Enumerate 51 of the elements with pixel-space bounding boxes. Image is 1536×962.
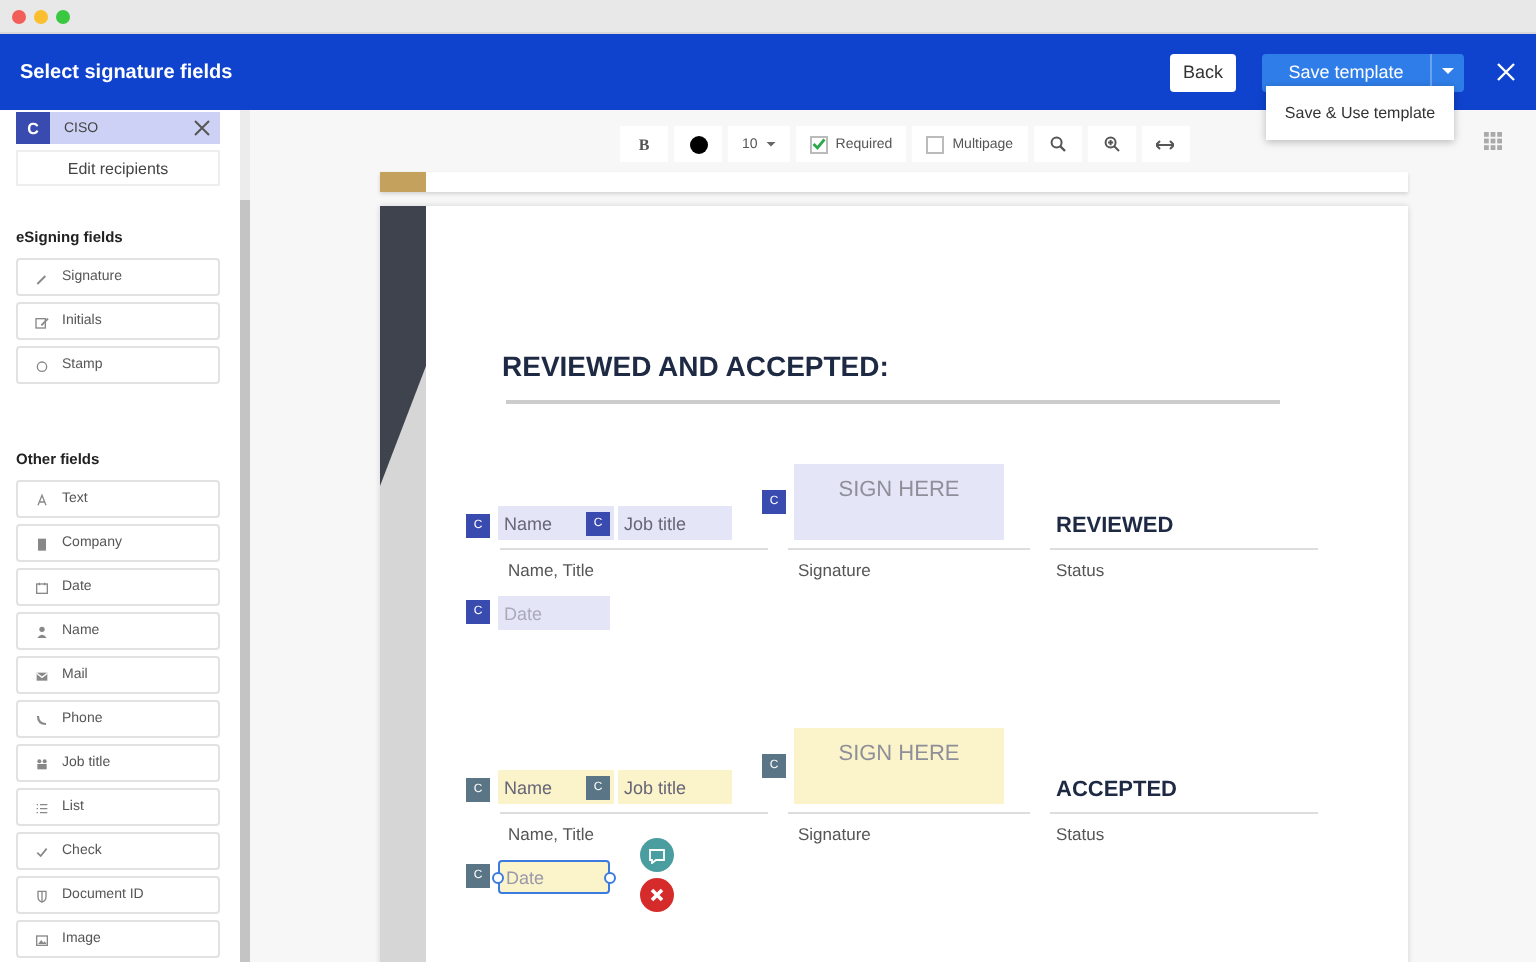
list-icon <box>34 799 50 815</box>
caret-icon <box>765 141 776 147</box>
field-label: Signature <box>798 824 871 844</box>
delete-button[interactable] <box>640 878 674 912</box>
close-icon <box>650 888 664 902</box>
zoom-in-button[interactable] <box>1087 126 1136 162</box>
person-icon <box>34 623 50 639</box>
shield-icon <box>34 887 50 903</box>
recipient-badge: C <box>16 112 50 144</box>
calendar-icon <box>34 579 50 595</box>
job-title-field[interactable]: Job title <box>618 506 732 540</box>
zoom-out-button[interactable] <box>1033 126 1082 162</box>
dropdown-button[interactable] <box>1430 53 1464 91</box>
field-label: Status <box>1056 824 1105 844</box>
chat-icon <box>648 847 666 863</box>
double-arrow-icon <box>1156 139 1175 149</box>
circle-icon <box>34 357 50 373</box>
zoom-in-icon <box>1103 136 1120 152</box>
text-icon <box>34 491 50 507</box>
resize-handle[interactable] <box>492 872 504 884</box>
building-icon <box>34 535 50 551</box>
job-title-field[interactable]: Job title <box>618 770 732 804</box>
checkmark-icon <box>811 136 826 152</box>
status-text: ACCEPTED <box>1056 778 1178 802</box>
scrollbar[interactable] <box>240 110 250 962</box>
check-icon <box>34 843 50 859</box>
color-button[interactable] <box>674 126 722 162</box>
window-controls-drawing[interactable] <box>12 9 70 23</box>
field-label: Name, Title <box>508 560 594 580</box>
caret-icon <box>1442 68 1454 76</box>
status-text: REVIEWED <box>1056 514 1174 538</box>
field-label: Status <box>1056 560 1105 580</box>
fit-width-button[interactable] <box>1141 126 1190 162</box>
edit-recipients-button[interactable]: Edit recipients <box>16 150 220 186</box>
phone-icon <box>34 711 50 727</box>
search-icon <box>1049 136 1066 152</box>
save-template-button[interactable]: Save template <box>1262 53 1430 91</box>
comment-button[interactable] <box>640 838 674 872</box>
mail-icon <box>34 667 50 683</box>
edit-icon <box>34 313 50 329</box>
image-icon <box>34 931 50 947</box>
pen-icon <box>34 269 50 285</box>
window-title: Select signature fields <box>20 61 235 83</box>
back-button[interactable]: Back <box>1170 53 1236 91</box>
field-label: Name, Title <box>508 824 594 844</box>
document-heading: REVIEWED AND ACCEPTED: <box>502 350 889 382</box>
field-label: Signature <box>798 560 871 580</box>
bold-button[interactable]: B <box>620 126 668 162</box>
people-icon <box>34 755 50 771</box>
menu-item[interactable]: Save & Use template <box>1266 86 1454 140</box>
close-icon[interactable] <box>194 120 210 136</box>
